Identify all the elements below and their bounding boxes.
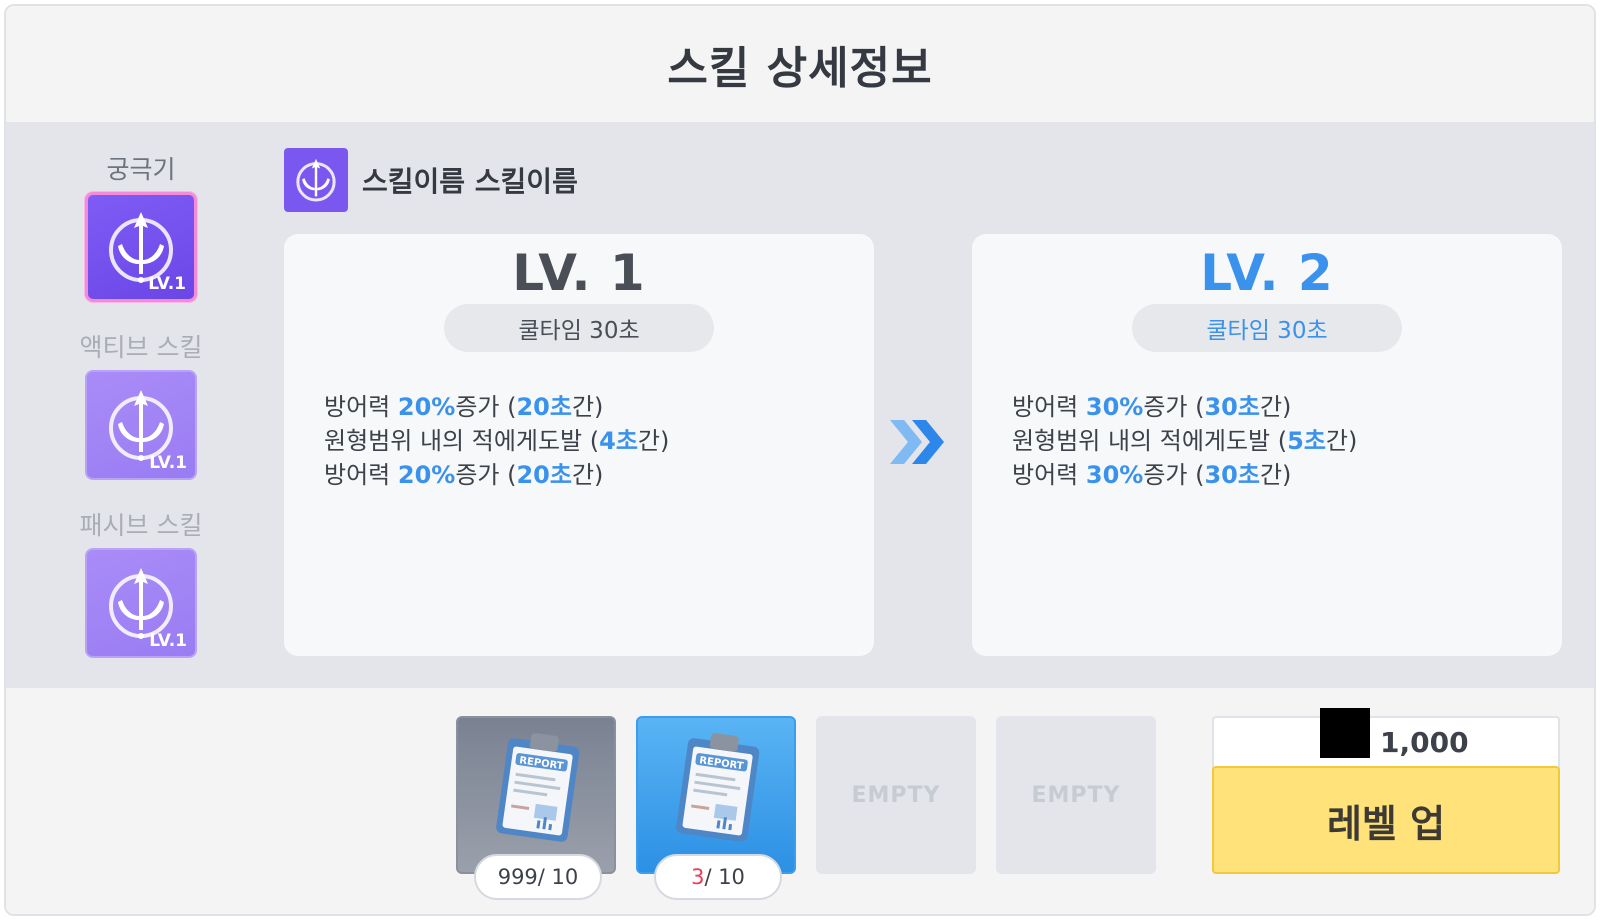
current-level-card: LV. 1 쿨타임 30초 방어력 20%증가 (20초간) 원형범위 내의 적… (284, 234, 874, 656)
effect-line: 방어력 30%증가 (30초간) (1012, 461, 1292, 489)
skill-icon-frame: LV.1 (85, 548, 197, 658)
skill-icon (284, 148, 348, 212)
tab-label: 패시브 스킬 (79, 511, 203, 540)
empty-label: EMPTY (851, 782, 941, 808)
empty-material-slot[interactable]: EMPTY (816, 716, 976, 874)
effect-line: 방어력 20%증가 (20초간) (324, 393, 604, 421)
effect-line: 원형범위 내의 적에게도발 (5초간) (1012, 427, 1358, 455)
empty-label: EMPTY (1031, 782, 1121, 808)
report-clipboard-icon: REPORT (676, 733, 760, 842)
next-effects: 방어력 30%증가 (30초간) 원형범위 내의 적에게도발 (5초간) 방어력… (1012, 390, 1562, 492)
skill-name: 스킬이름 스킬이름 (362, 165, 578, 198)
empty-material-slot[interactable]: EMPTY (996, 716, 1156, 874)
level-up-label: 레벨 업 (1326, 801, 1446, 846)
next-cooldown: 쿨타임 30초 (1132, 304, 1402, 352)
page-title: 스킬 상세정보 (667, 43, 933, 94)
skill-detail-dialog: 스킬 상세정보 궁극기 LV.1 액티브 스킬 LV.1 패시브 스킬 LV.1… (4, 4, 1596, 916)
tab-active-skill[interactable]: 액티브 스킬 LV.1 (76, 328, 206, 480)
material-slot[interactable]: REPORT 3 / 10 (636, 716, 796, 900)
skill-icon-frame: LV.1 (85, 192, 197, 302)
next-level-title: LV. 2 (1200, 244, 1334, 302)
tab-label: 액티브 스킬 (79, 333, 203, 362)
skill-header: 스킬이름 스킬이름 (284, 148, 578, 212)
current-effects: 방어력 20%증가 (20초간) 원형범위 내의 적에게도발 (4초간) 방어력… (324, 390, 874, 492)
next-level-card: LV. 2 쿨타임 30초 방어력 30%증가 (30초간) 원형범위 내의 적… (972, 234, 1562, 656)
level-badge: LV.1 (149, 453, 187, 473)
level-badge: LV.1 (149, 631, 187, 651)
trident-emblem-icon (296, 158, 336, 202)
currency-icon (1320, 708, 1370, 758)
skill-icon-frame: LV.1 (85, 370, 197, 480)
effect-line: 원형범위 내의 적에게도발 (4초간) (324, 427, 670, 455)
material-count: 999 / 10 (474, 854, 602, 900)
current-level-title: LV. 1 (512, 244, 646, 302)
tab-label: 궁극기 (106, 155, 176, 184)
level-badge: LV.1 (148, 274, 186, 294)
cost-value: 1,000 (1380, 726, 1469, 759)
report-clipboard-icon: REPORT (496, 733, 580, 842)
effect-line: 방어력 30%증가 (30초간) (1012, 393, 1292, 421)
level-up-button[interactable]: 레벨 업 (1212, 766, 1560, 874)
tab-passive-skill[interactable]: 패시브 스킬 LV.1 (76, 506, 206, 658)
current-cooldown: 쿨타임 30초 (444, 304, 714, 352)
tab-ultimate[interactable]: 궁극기 LV.1 (76, 150, 206, 302)
double-chevron-right-icon (890, 420, 944, 464)
main-panel: 궁극기 LV.1 액티브 스킬 LV.1 패시브 스킬 LV.1 스킬이름 스킬… (6, 122, 1594, 688)
cost-display: 1,000 (1212, 708, 1560, 772)
footer: REPORT 999 / 10 REPORT 3 / 10 EMPTY EMPT… (6, 688, 1594, 914)
material-count: 3 / 10 (654, 854, 782, 900)
material-slot[interactable]: REPORT 999 / 10 (456, 716, 616, 900)
title-bar: 스킬 상세정보 (6, 6, 1594, 122)
effect-line: 방어력 20%증가 (20초간) (324, 461, 604, 489)
